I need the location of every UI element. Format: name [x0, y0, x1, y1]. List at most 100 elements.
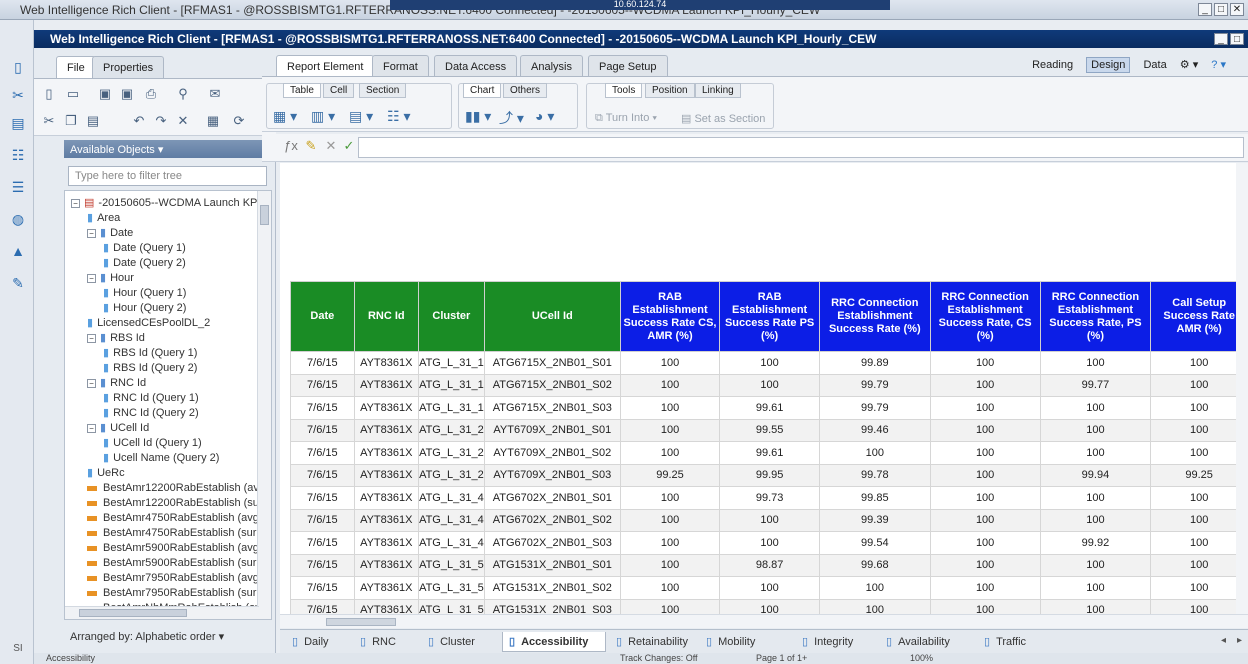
subtab-tools[interactable]: Tools	[605, 83, 643, 98]
set-as-section-button[interactable]: ▤ Set as Section	[681, 112, 765, 125]
table-cell[interactable]: 100	[1150, 598, 1248, 615]
format-painter-icon[interactable]: ▦	[204, 113, 222, 129]
formula-editor-icon[interactable]: ƒx	[282, 138, 300, 153]
scroll-tabs-left-icon[interactable]: ◂	[1221, 635, 1226, 646]
report-tab[interactable]: ▯ RNC	[354, 632, 402, 652]
remote-session-bar[interactable]: 10.60.124.74	[390, 0, 890, 10]
tree-item[interactable]: − ▮ RBS Id	[87, 331, 145, 346]
table-cell[interactable]: 100	[1039, 486, 1152, 510]
tree-item[interactable]: ▮ Hour (Query 2)	[103, 301, 186, 316]
outline-icon[interactable]: ☷	[9, 146, 27, 164]
tree-item[interactable]: BestAmr12200RabEstablish (av	[87, 481, 259, 496]
table-cell[interactable]: 99.79	[818, 373, 931, 397]
table-cell[interactable]: 100	[719, 598, 820, 615]
table-row[interactable]: 7/6/15 AYT8361X ATG_L_31_5 ATG1531X_2NB01_S…	[290, 576, 1248, 600]
tree-item[interactable]: ▮ LicensedCEsPoolDL_2	[87, 316, 210, 331]
report-tab[interactable]: ▯ Retainability	[610, 632, 694, 652]
table-cell[interactable]: 7/6/15	[290, 463, 355, 487]
new-document-icon[interactable]: ▯	[9, 58, 27, 76]
table-cell[interactable]: 100	[719, 351, 820, 375]
column-header[interactable]: Date	[290, 281, 355, 352]
table-cell[interactable]: ATG_L_31_5	[417, 598, 485, 615]
turn-into-button[interactable]: ⧉ Turn Into ▾	[595, 112, 657, 125]
close-button[interactable]: ✕	[1230, 3, 1244, 16]
tree-item[interactable]: BestAmr5900RabEstablish (avg	[87, 541, 259, 556]
table-cell[interactable]: AYT8361X	[353, 486, 419, 510]
table-cell[interactable]: 100	[929, 418, 1041, 442]
table-cell[interactable]: ATG_L_31_4	[417, 486, 485, 510]
table-cell[interactable]: 100	[929, 463, 1041, 487]
tab-data-access[interactable]: Data Access	[434, 55, 518, 76]
table-cell[interactable]: 100	[1150, 553, 1248, 577]
column-header[interactable]: RAB Establishment Success Rate PS (%)	[719, 281, 820, 352]
table-cell[interactable]: 100	[619, 576, 721, 600]
table-cell[interactable]: 100	[619, 373, 721, 397]
help-icon[interactable]: ? ▾	[1211, 59, 1226, 71]
table-cell[interactable]: 100	[929, 576, 1041, 600]
table-cell[interactable]: 100	[1150, 373, 1248, 397]
report-tab[interactable]: ▯ Accessibility	[502, 632, 606, 652]
validate-formula-icon[interactable]: ✓	[340, 138, 358, 154]
table-cell[interactable]: 100	[619, 553, 721, 577]
table-cell[interactable]: 100	[1039, 508, 1152, 532]
find-icon[interactable]: ⚲	[174, 86, 192, 102]
tab-report-element[interactable]: Report Element	[276, 55, 375, 76]
tab-properties[interactable]: Properties	[92, 56, 165, 78]
table-cell[interactable]: 100	[719, 508, 820, 532]
table-cell[interactable]: 99.92	[1039, 531, 1152, 555]
table-cell[interactable]: 100	[619, 441, 721, 465]
data-mode-button[interactable]: Data	[1143, 59, 1166, 71]
table-cell[interactable]: 99.25	[619, 463, 721, 487]
pie-chart-icon[interactable]: ◕ ▾	[535, 108, 554, 125]
table-row[interactable]: 7/6/15 AYT8361X ATG_L_31_4 ATG6702X_2NB01_S…	[290, 508, 1248, 532]
inner-maximize-button[interactable]: □	[1230, 33, 1244, 45]
column-header[interactable]: RRC Connection Establishment Success Rat…	[818, 281, 931, 352]
table-cell[interactable]: 99.94	[1039, 463, 1152, 487]
table-cell[interactable]: 7/6/15	[290, 418, 355, 442]
table-row[interactable]: 7/6/15 AYT8361X ATG_L_31_2 AYT6709X_2NB01_S…	[290, 418, 1248, 442]
table-cell[interactable]: 100	[818, 576, 931, 600]
column-header[interactable]: RRC Connection Establishment Success Rat…	[929, 281, 1041, 352]
globe-icon[interactable]: ◍	[9, 210, 27, 228]
tree-item[interactable]: ▮ UCell Id (Query 1)	[103, 436, 202, 451]
table-cell[interactable]: 100	[929, 351, 1041, 375]
table-cell[interactable]: ATG6715X_2NB01_S03	[483, 396, 621, 420]
report-tab[interactable]: ▯ Traffic	[978, 632, 1032, 652]
properties-icon[interactable]: ☰	[9, 178, 27, 196]
tree-item[interactable]: − ▮ UCell Id	[87, 421, 149, 436]
report-tab[interactable]: ▯ Availability	[880, 632, 956, 652]
table-cell[interactable]: AYT8361X	[353, 531, 419, 555]
tree-item[interactable]: ▮ RNC Id (Query 2)	[103, 406, 199, 421]
table-cell[interactable]: 100	[1039, 418, 1152, 442]
table-cell[interactable]: 100	[929, 486, 1041, 510]
tree-item[interactable]: BestAmr4750RabEstablish (sur	[87, 526, 256, 541]
table-cell[interactable]: 100	[619, 486, 721, 510]
table-cell[interactable]: 100	[929, 508, 1041, 532]
tree-item[interactable]: BestAmr12200RabEstablish (su	[87, 496, 259, 511]
cut-icon[interactable]: ✂	[40, 113, 58, 129]
table-cell[interactable]: ATG_L_31_2	[417, 441, 485, 465]
line-chart-icon[interactable]: ⤴ ▾	[499, 108, 524, 128]
variable-editor-icon[interactable]: ✎	[302, 138, 320, 154]
table-row[interactable]: 7/6/15 AYT8361X ATG_L_31_4 ATG6702X_2NB01_S…	[290, 486, 1248, 510]
column-header[interactable]: Cluster	[417, 281, 485, 352]
table-cell[interactable]: ATG6715X_2NB01_S02	[483, 373, 621, 397]
table-cell[interactable]: 100	[1150, 486, 1248, 510]
table-cell[interactable]: 7/6/15	[290, 396, 355, 420]
table-cell[interactable]: 99.73	[719, 486, 820, 510]
table-cell[interactable]: 99.77	[1039, 373, 1152, 397]
tree-item[interactable]: ▮ RBS Id (Query 2)	[103, 361, 197, 376]
table-row[interactable]: 7/6/15 AYT8361X ATG_L_31_5 ATG1531X_2NB01_S…	[290, 553, 1248, 577]
tab-analysis[interactable]: Analysis	[520, 55, 583, 76]
report-vertical-scrollbar[interactable]	[1236, 163, 1248, 615]
table-cell[interactable]: 7/6/15	[290, 351, 355, 375]
table-cell[interactable]: 7/6/15	[290, 486, 355, 510]
table-cell[interactable]: 100	[929, 373, 1041, 397]
table-cell[interactable]: 100	[619, 396, 721, 420]
inner-minimize-button[interactable]: _	[1214, 33, 1228, 45]
tree-item[interactable]: ▮ UeRc	[87, 466, 125, 481]
table-cell[interactable]: 7/6/15	[290, 553, 355, 577]
tree-item[interactable]: ▮ Ucell Name (Query 2)	[103, 451, 219, 466]
table-cell[interactable]: 100	[1150, 418, 1248, 442]
table-cell[interactable]: 100	[619, 598, 721, 615]
